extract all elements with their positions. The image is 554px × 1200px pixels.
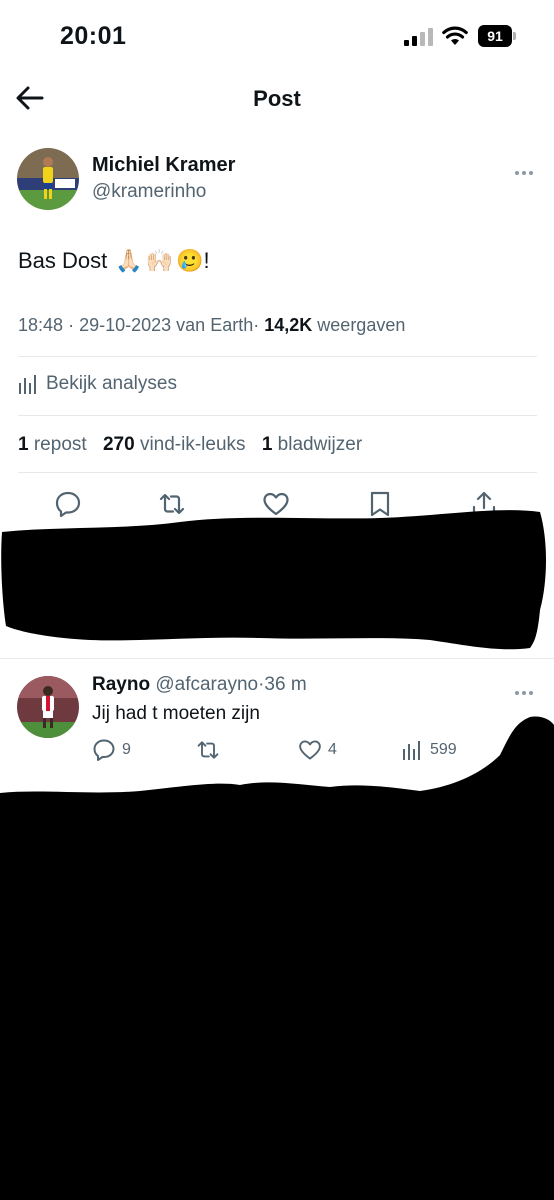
redaction-block	[1, 510, 546, 650]
view-analytics-link[interactable]: Bekijk analyses	[18, 373, 177, 395]
analytics-icon	[19, 375, 36, 394]
tweet-text: Bas Dost 🙏🏻 🙌🏻 🥲 !	[18, 248, 210, 274]
bookmarks-stat[interactable]: 1 bladwijzer	[262, 434, 362, 455]
praying-hands-emoji: 🙏🏻	[115, 248, 143, 273]
reposts-stat[interactable]: 1 repost	[18, 434, 87, 455]
tweet-more-icon[interactable]	[515, 162, 539, 175]
status-time: 20:01	[60, 22, 127, 50]
author-name[interactable]: Michiel Kramer	[92, 154, 235, 177]
tweet-views-count: 14,2K	[264, 315, 313, 335]
tweet-views-label: weergaven	[317, 315, 406, 335]
tweet-time: 18:48	[18, 315, 64, 335]
top-nav: Post	[0, 70, 554, 130]
tweet-meta: 18:48 · 29-10-2023 van Earth· 14,2K weer…	[18, 315, 406, 335]
battery-icon: 91	[478, 25, 516, 47]
cellular-signal-icon	[404, 28, 433, 46]
divider	[18, 415, 537, 416]
page-title: Post	[253, 86, 301, 111]
tweet-text-body: Bas Dost	[18, 248, 108, 273]
analytics-label: Bekijk analyses	[46, 373, 177, 394]
tweet-date: 29-10-2023	[79, 315, 172, 335]
author-handle[interactable]: @kramerinho	[92, 181, 206, 203]
wifi-icon	[442, 26, 468, 45]
redaction-block	[0, 716, 554, 1200]
reply-author-name[interactable]: Rayno	[92, 674, 150, 695]
tweet-stats: 1 repost 270 vind-ik-leuks 1 bladwijzer	[18, 434, 373, 456]
smiling-tear-emoji: 🥲	[176, 248, 204, 273]
tweet-source: van Earth	[176, 315, 254, 335]
tweet-text-suffix: !	[203, 248, 210, 273]
reply-author-handle[interactable]: @afcarayno	[155, 674, 258, 695]
status-bar: 20:01 91	[0, 0, 554, 70]
reply-more-icon[interactable]	[515, 682, 539, 695]
battery-level: 91	[478, 25, 512, 47]
divider	[0, 658, 554, 659]
likes-stat[interactable]: 270 vind-ik-leuks	[103, 434, 246, 455]
author-avatar[interactable]	[17, 148, 79, 210]
reply-time: 36 m	[264, 674, 307, 695]
reply-header: Rayno @afcarayno·36 m	[92, 674, 307, 695]
raising-hands-emoji: 🙌🏻	[145, 248, 174, 273]
divider	[18, 472, 537, 473]
divider	[18, 356, 537, 357]
